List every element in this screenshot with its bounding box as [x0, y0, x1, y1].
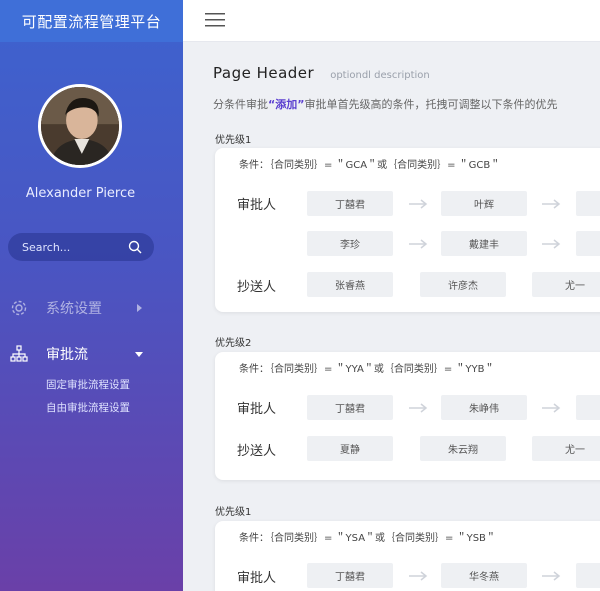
caret-right-icon [137, 304, 142, 312]
priority-label: 优先级2 [215, 338, 252, 349]
page-header: Page Header optiondl description [213, 64, 430, 82]
caret-down-icon [135, 352, 143, 357]
rule-card[interactable]: 条件：｛合同类别｝= ＂GCA＂或｛合同类别｝= ＂GCB＂ 审批人 丁囍君 叶… [215, 148, 600, 312]
arrow-right-icon [542, 199, 561, 209]
approver-chip[interactable] [576, 191, 600, 216]
main-content: Page Header optiondl description 分条件审批“添… [183, 42, 600, 591]
sidebar: 可配置流程管理平台 Alexander Pierce 系统设置 [0, 0, 183, 591]
approver-label: 审批人 [237, 571, 277, 586]
priority-label: 优先级1 [215, 135, 252, 146]
instruction-text: 分条件审批“添加”审批单首先级高的条件，托拽可调整以下条件的优先 [213, 96, 557, 112]
arrow-right-icon [409, 571, 428, 581]
menu-item-approval-flow[interactable]: 审批流 [10, 342, 172, 366]
approver-chip[interactable]: 丁囍君 [307, 563, 393, 588]
submenu-item-fixed-flow[interactable]: 固定审批流程设置 [46, 377, 130, 392]
approver-label: 审批人 [237, 198, 277, 213]
approver-chip[interactable]: 戴建丰 [441, 231, 527, 256]
rule-card[interactable]: 条件：｛合同类别｝= ＂YSA＂或｛合同类别｝= ＂YSB＂ 审批人 丁囍君 华… [215, 521, 600, 591]
cc-chip[interactable]: 尤一 [532, 436, 600, 461]
approver-chip[interactable] [576, 563, 600, 588]
approver-chip[interactable] [576, 231, 600, 256]
approver-chip[interactable]: 丁囍君 [307, 395, 393, 420]
approver-chip[interactable]: 李珍 [307, 231, 393, 256]
approver-label: 审批人 [237, 402, 277, 417]
condition-text: 条件：｛合同类别｝= ＂GCA＂或｛合同类别｝= ＂GCB＂ [239, 160, 501, 171]
menu-item-label: 审批流 [46, 347, 88, 363]
approver-chip[interactable]: 叶辉 [441, 191, 527, 216]
app-title: 可配置流程管理平台 [0, 0, 183, 42]
priority-label: 优先级1 [215, 507, 252, 518]
arrow-right-icon [409, 403, 428, 413]
approver-chip[interactable]: 朱峥伟 [441, 395, 527, 420]
hint-suffix: 审批单首先级高的条件，托拽可调整以下条件的优先 [304, 98, 558, 111]
cc-label: 抄送人 [237, 444, 277, 459]
approver-chip[interactable]: 丁囍君 [307, 191, 393, 216]
menu-item-label: 系统设置 [46, 301, 102, 317]
cc-label: 抄送人 [237, 280, 277, 295]
condition-text: 条件：｛合同类别｝= ＂YSA＂或｛合同类别｝= ＂YSB＂ [239, 533, 496, 544]
submenu-item-free-flow[interactable]: 自由审批流程设置 [46, 400, 130, 415]
search-input[interactable] [22, 240, 122, 254]
top-bar [183, 0, 600, 42]
hamburger-menu-icon[interactable] [205, 12, 225, 28]
condition-text: 条件：｛合同类别｝= ＂YYA＂或｛合同类别｝= ＂YYB＂ [239, 364, 495, 375]
search-icon[interactable] [128, 240, 142, 254]
arrow-right-icon [409, 199, 428, 209]
sitemap-icon [10, 345, 28, 362]
arrow-right-icon [409, 239, 428, 249]
arrow-right-icon [542, 403, 561, 413]
search-box [8, 233, 154, 261]
hint-prefix: 分条件审批 [213, 98, 268, 111]
approver-chip[interactable] [576, 395, 600, 420]
cc-chip[interactable]: 尤一 [532, 272, 600, 297]
arrow-right-icon [542, 571, 561, 581]
approver-chip[interactable]: 华冬燕 [441, 563, 527, 588]
cc-chip[interactable]: 许彦杰 [420, 272, 506, 297]
arrow-right-icon [542, 239, 561, 249]
cc-chip[interactable]: 张睿燕 [307, 272, 393, 297]
cc-chip[interactable]: 夏静 [307, 436, 393, 461]
user-name: Alexander Pierce [25, 186, 136, 201]
gear-icon [11, 300, 27, 316]
page-description: optiondl description [330, 70, 430, 81]
cc-chip[interactable]: 朱云翔 [420, 436, 506, 461]
page-title: Page Header [213, 64, 315, 82]
menu-item-system-settings[interactable]: 系统设置 [10, 296, 172, 320]
hint-add-keyword: “添加” [268, 98, 305, 111]
rule-card[interactable]: 条件：｛合同类别｝= ＂YYA＂或｛合同类别｝= ＂YYB＂ 审批人 丁囍君 朱… [215, 352, 600, 480]
avatar[interactable] [38, 84, 122, 168]
